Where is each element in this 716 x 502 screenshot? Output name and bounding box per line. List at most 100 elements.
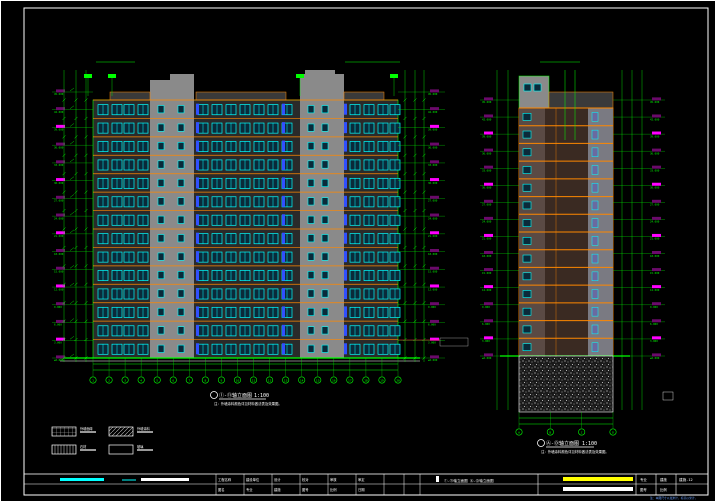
side-level-tag: [484, 131, 493, 135]
front-level-text-right: 45.600: [428, 92, 438, 96]
front-core-window: [157, 123, 165, 132]
front-axis-label: 1: [92, 379, 94, 383]
title-block-value: 图名: [218, 487, 225, 492]
svg-text:外墙面砖: 外墙面砖: [80, 426, 94, 431]
front-level-tag-r: [430, 284, 439, 288]
sheet-number: 建施-12: [679, 477, 693, 482]
front-level-tag-r: [430, 266, 439, 270]
front-accent: [344, 214, 347, 226]
side-level-tag-r: [652, 268, 661, 272]
front-axis-label: 3: [124, 379, 126, 383]
front-axis-label: 10: [236, 379, 240, 383]
front-level-tick: [69, 123, 75, 127]
front-level-text-right: 6.000: [428, 323, 436, 327]
front-accent: [196, 140, 199, 152]
front-axis-label: 16: [332, 379, 336, 383]
title-block-value: 日期: [358, 487, 365, 492]
side-window: [522, 237, 532, 245]
side-window-right: [591, 289, 599, 299]
title-block-value: 比例: [330, 487, 337, 492]
side-level-text-right: 42.000: [650, 117, 660, 121]
side-window: [522, 307, 532, 316]
front-level-text-left: 27.000: [54, 199, 64, 203]
side-window-right: [591, 112, 599, 122]
side-level-tag-r: [652, 97, 661, 101]
side-level-text-right: 30.000: [650, 186, 660, 190]
side-level-text-left: 27.000: [482, 203, 492, 207]
title-block-label: 设计: [274, 477, 281, 482]
front-accent: [344, 103, 347, 115]
side-level-text-right: 9.000: [650, 305, 658, 309]
side-roof-window: [533, 83, 542, 92]
side-level-text-left: 33.000: [482, 168, 492, 172]
side-window: [522, 201, 532, 210]
front-roof-box-left: [170, 74, 194, 82]
front-level-text-right: 21.000: [428, 234, 438, 238]
front-parapet-2: [195, 91, 287, 101]
title-block-value: 建施: [274, 487, 281, 492]
front-level-tick: [69, 194, 75, 198]
side-window: [522, 113, 532, 121]
front-core-window: [177, 307, 185, 316]
side-level-tag: [484, 268, 493, 272]
front-level-tag-r: [430, 124, 439, 128]
front-accent: [282, 306, 285, 318]
side-axis-label: D: [612, 430, 614, 434]
side-level-text-left: ±0.000: [482, 356, 492, 360]
side-level-text-left: 21.000: [482, 237, 492, 241]
side-axis-label: C: [581, 430, 583, 434]
front-accent: [196, 343, 199, 355]
front-level-text-right: 27.000: [428, 199, 438, 203]
front-core-window: [307, 215, 315, 224]
front-core-window: [157, 344, 165, 353]
side-level-text-right: 27.000: [650, 203, 660, 207]
front-level-tag-r: [430, 302, 439, 306]
front-core-window: [307, 142, 315, 151]
side-level-tag-r: [652, 131, 661, 135]
side-axis-label: B: [549, 430, 551, 434]
front-core-left: [150, 80, 194, 358]
front-axis-label: 8: [204, 379, 206, 383]
front-axis-label: 5: [156, 379, 158, 383]
side-window: [522, 183, 532, 192]
front-level-text-left: 21.000: [54, 234, 64, 238]
front-level-text-right: 12.000: [428, 287, 438, 291]
front-level-tick: [69, 141, 75, 145]
side-level-text-right: ±0.000: [650, 356, 660, 360]
front-level-text-left: 3.000: [54, 340, 62, 344]
front-core-window: [321, 307, 329, 316]
side-level-tag: [484, 97, 493, 101]
side-level-text-left: 36.000: [482, 151, 492, 155]
front-core-window: [157, 178, 165, 187]
front-level-tag: [56, 195, 65, 199]
side-level-text-left: 6.000: [482, 322, 490, 326]
front-core-window: [177, 160, 185, 169]
legend-item-blank: 玻璃: [108, 444, 153, 455]
side-level-text-left: 42.000: [482, 117, 492, 121]
side-roof-window: [523, 83, 532, 92]
side-level-tag: [484, 182, 493, 186]
front-level-tag: [56, 302, 65, 306]
side-level-tag: [484, 148, 493, 152]
side-elevation: ±0.000 ±0.000 3.000 3.000 6.000 6.000 9.000 9.0…: [480, 61, 674, 436]
side-level-text-right: 15.000: [650, 271, 660, 275]
front-level-tag-r: [430, 231, 439, 235]
side-level-tag: [484, 233, 493, 237]
front-accent: [344, 232, 347, 244]
front-level-tick: [69, 105, 75, 109]
front-core-window: [307, 123, 315, 132]
side-level-text-left: 24.000: [482, 220, 492, 224]
side-level-text-right: 3.000: [650, 339, 658, 343]
side-level-tag: [484, 302, 493, 306]
front-caption-scale: 1:100: [254, 393, 269, 399]
side-level-tag-r: [652, 182, 661, 186]
front-accent: [344, 140, 347, 152]
front-roof-tag: [108, 74, 116, 78]
front-core-window: [177, 344, 185, 353]
front-core-window: [307, 105, 315, 114]
front-level-tag: [56, 355, 65, 359]
front-roof-tag: [296, 74, 304, 78]
front-level-text-right: 33.000: [428, 163, 438, 167]
front-level-text-left: 42.000: [54, 110, 64, 114]
svg-text:建施: 建施: [660, 477, 667, 482]
